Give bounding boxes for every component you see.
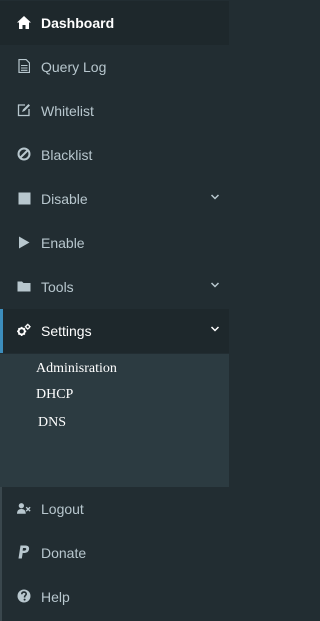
play-icon bbox=[17, 235, 31, 249]
paypal-icon bbox=[17, 545, 31, 559]
submenu-item-dhcp[interactable]: DHCP bbox=[0, 383, 229, 409]
sidebar-item-label: Donate bbox=[41, 545, 87, 561]
edit-icon bbox=[17, 103, 31, 117]
sidebar-item-label: Settings bbox=[41, 323, 92, 339]
sidebar-item-label: Disable bbox=[41, 191, 88, 207]
sidebar-item-label: Query Log bbox=[41, 59, 107, 75]
sidebar-item-tools[interactable]: Tools bbox=[0, 265, 229, 309]
sidebar-item-donate[interactable]: Donate bbox=[0, 531, 229, 575]
sidebar-item-query-log[interactable]: Query Log bbox=[0, 45, 229, 89]
sidebar-item-label: Enable bbox=[41, 235, 85, 251]
sidebar-item-disable[interactable]: Disable bbox=[0, 177, 229, 221]
stop-icon bbox=[17, 191, 31, 205]
sidebar-item-dashboard[interactable]: Dashboard bbox=[0, 1, 229, 45]
question-circle-icon bbox=[17, 589, 31, 603]
cogs-icon bbox=[17, 323, 31, 337]
home-icon bbox=[17, 15, 31, 29]
submenu-item-dns[interactable]: DNS bbox=[0, 411, 229, 437]
sidebar-item-label: Dashboard bbox=[41, 15, 115, 31]
sidebar-item-label: Logout bbox=[41, 501, 84, 517]
sidebar-item-logout[interactable]: Logout bbox=[0, 487, 229, 531]
sidebar-item-label: Tools bbox=[41, 279, 74, 295]
sidebar-menu: Dashboard Query Log Whitelist Blacklist … bbox=[0, 0, 229, 621]
chevron-down-icon bbox=[209, 191, 221, 203]
chevron-down-icon bbox=[209, 323, 221, 335]
sidebar-item-blacklist[interactable]: Blacklist bbox=[0, 133, 229, 177]
sidebar-item-help[interactable]: Help bbox=[0, 575, 229, 619]
sidebar-item-settings[interactable]: Settings bbox=[0, 309, 229, 353]
submenu-item-label: DHCP bbox=[36, 387, 74, 402]
sidebar-item-whitelist[interactable]: Whitelist bbox=[0, 89, 229, 133]
chevron-down-icon bbox=[209, 279, 221, 291]
user-times-icon bbox=[17, 501, 31, 515]
submenu-item-administration[interactable]: Adminisration bbox=[0, 357, 229, 383]
sidebar-item-label: Whitelist bbox=[41, 103, 94, 119]
settings-submenu: Adminisration DHCP DNS bbox=[0, 354, 229, 487]
sidebar-item-enable[interactable]: Enable bbox=[0, 221, 229, 265]
sidebar-bottom-section: Logout Donate Help bbox=[0, 487, 229, 621]
sidebar-item-label: Blacklist bbox=[41, 147, 93, 163]
sidebar-item-label: Help bbox=[41, 589, 70, 605]
submenu-item-label: DNS bbox=[38, 415, 67, 430]
file-text-icon bbox=[17, 59, 31, 73]
folder-icon bbox=[17, 279, 31, 293]
ban-icon bbox=[17, 147, 31, 161]
submenu-item-label: Adminisration bbox=[36, 361, 117, 376]
